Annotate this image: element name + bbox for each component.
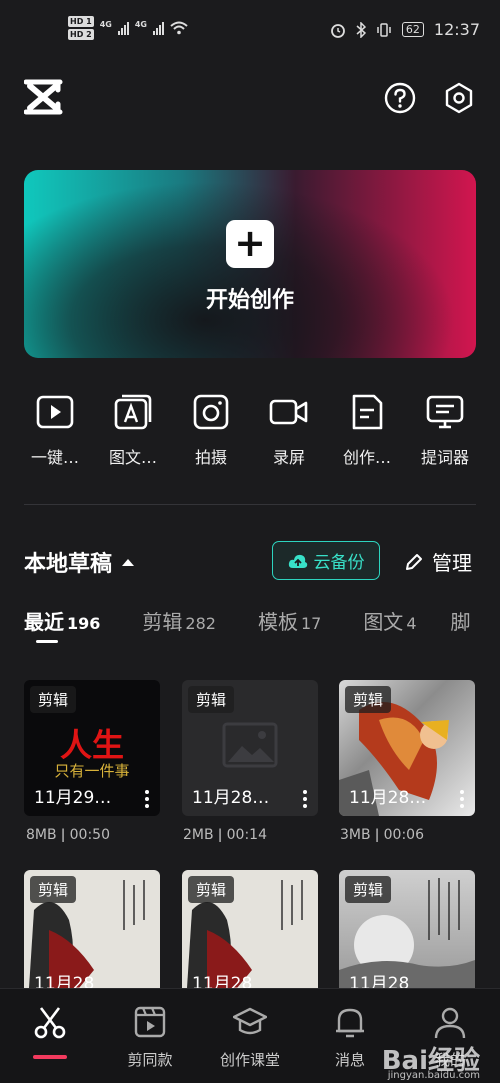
battery-indicator: 62: [401, 22, 424, 37]
signal-icon: [117, 21, 129, 35]
draft-type-badge: 剪辑: [188, 876, 235, 903]
graduation-cap-icon: [233, 1007, 267, 1035]
hd-indicator: HD 1 HD 2: [68, 16, 94, 40]
draft-date: 11月28…: [349, 788, 427, 808]
tool-row: 一键… 图文… 拍摄 录屏 创作… 提词器: [16, 392, 484, 468]
tool-one-click[interactable]: 一键…: [16, 392, 94, 468]
plus-icon: +: [226, 220, 274, 268]
draft-type-badge: 剪辑: [345, 686, 392, 713]
person-icon: [434, 1007, 466, 1039]
signal-icon: [152, 21, 164, 35]
bluetooth-icon: [356, 21, 366, 38]
tab-template[interactable]: 模板 17: [258, 606, 321, 646]
play-icon: [36, 395, 74, 429]
draft-date: 11月28: [192, 974, 253, 988]
draft-type-badge: 剪辑: [345, 876, 392, 903]
draft-type-badge: 剪辑: [188, 686, 235, 713]
image-text-icon: [114, 394, 152, 430]
more-options-icon[interactable]: [455, 788, 469, 810]
cloud-backup-button[interactable]: 云备份: [272, 541, 380, 580]
draft-meta: 3MB ǀ 00:06: [340, 827, 424, 843]
baidu-watermark: Bai经验 jingyan.baidu.com: [381, 1046, 480, 1081]
manage-button[interactable]: 管理: [404, 547, 472, 576]
draft-meta: 2MB ǀ 00:14: [183, 827, 267, 843]
draft-card[interactable]: 剪辑 11月28…: [339, 680, 475, 816]
draft-card[interactable]: 人生 只有一件事 剪辑 11月29…: [24, 680, 160, 816]
draft-type-badge: 剪辑: [30, 876, 77, 903]
nav-edit[interactable]: [0, 1005, 100, 1049]
more-options-icon[interactable]: [140, 788, 154, 810]
tool-creation[interactable]: 创作…: [328, 392, 406, 468]
tool-screen-record[interactable]: 录屏: [250, 392, 328, 468]
template-icon: [134, 1006, 166, 1038]
draft-card[interactable]: 剪辑 11月28: [339, 870, 475, 988]
start-creation-button[interactable]: + 开始创作: [24, 170, 476, 358]
draft-card[interactable]: 剪辑 11月28…: [182, 680, 318, 816]
wifi-icon: [170, 21, 188, 35]
draft-card[interactable]: 剪辑 11月28: [182, 870, 318, 988]
scissors-icon: [34, 1007, 66, 1039]
local-drafts-dropdown[interactable]: 本地草稿: [24, 546, 135, 578]
alarm-icon: [330, 23, 345, 38]
tool-shoot[interactable]: 拍摄: [172, 392, 250, 468]
teleprompter-icon: [426, 395, 464, 429]
active-nav-indicator: [33, 1055, 67, 1059]
draft-date: 11月28: [34, 974, 95, 988]
network-label: 4G: [99, 19, 112, 29]
divider: [24, 504, 476, 505]
draft-tabs: 最近 196 剪辑 282 模板 17 图文 4 脚: [24, 606, 500, 646]
vibrate-icon: [377, 22, 391, 37]
tab-image-text[interactable]: 图文 4: [363, 606, 416, 646]
caret-up-icon: [122, 558, 135, 566]
active-tab-indicator: [36, 640, 58, 643]
tool-teleprompter[interactable]: 提词器: [406, 392, 484, 468]
draft-meta: 8MB ǀ 00:50: [26, 827, 110, 843]
tab-edit[interactable]: 剪辑 282: [142, 606, 216, 646]
status-bar: HD 1 HD 2 4G 4G 62 12:37: [0, 0, 500, 64]
cloud-upload-icon: [288, 554, 307, 568]
clock: 12:37: [433, 20, 480, 39]
camera-icon: [193, 394, 229, 430]
settings-icon[interactable]: [443, 82, 475, 114]
draft-date: 11月28: [349, 974, 410, 988]
draft-date: 11月29…: [34, 788, 112, 808]
video-record-icon: [269, 399, 308, 425]
bell-icon: [336, 1008, 364, 1038]
more-options-icon[interactable]: [298, 788, 312, 810]
start-creation-label: 开始创作: [205, 288, 294, 313]
help-icon[interactable]: [384, 82, 416, 114]
draft-type-badge: 剪辑: [30, 686, 77, 713]
image-placeholder-icon: [222, 722, 278, 768]
thumbnail-subtitle: 只有一件事: [54, 762, 130, 780]
document-icon: [352, 394, 383, 430]
nav-creator-class[interactable]: 创作课堂: [200, 1005, 300, 1070]
nav-template[interactable]: 剪同款: [100, 1005, 200, 1070]
tab-script[interactable]: 脚: [451, 606, 471, 646]
network-label: 4G: [134, 19, 147, 29]
draft-date: 11月28…: [192, 788, 270, 808]
pencil-icon: [406, 553, 422, 570]
tool-image-text[interactable]: 图文…: [94, 392, 172, 468]
local-drafts-title: 本地草稿: [24, 552, 113, 577]
capcut-logo: [24, 79, 63, 115]
draft-card[interactable]: 剪辑 11月28: [24, 870, 160, 988]
